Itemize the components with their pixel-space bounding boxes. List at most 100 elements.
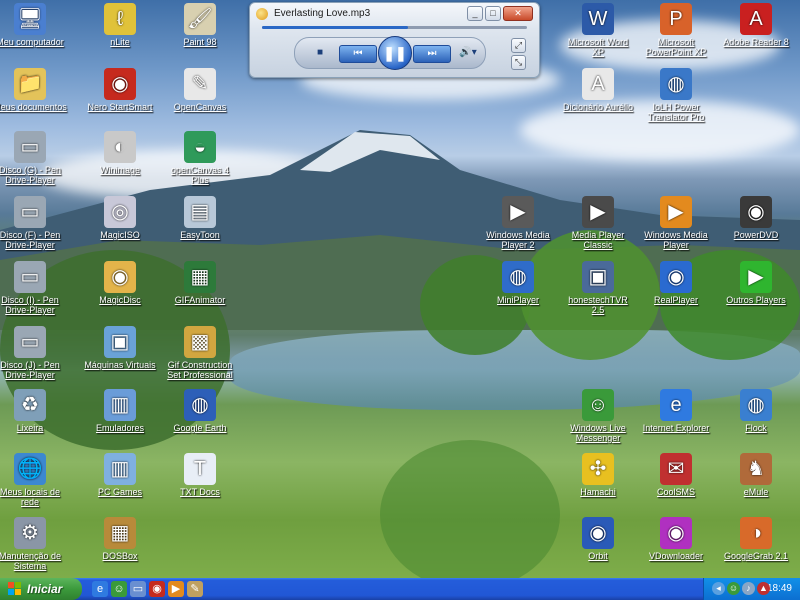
- desktop-icon[interactable]: ◎ MagicISO: [82, 196, 158, 240]
- desktop-icon[interactable]: ◍ IoLH Power Translator Pro: [638, 68, 714, 122]
- desktop-icon[interactable]: 📁 Meus documentos: [0, 68, 68, 112]
- desktop-icon-label: OpenCanvas: [173, 102, 227, 112]
- desktop-icon[interactable]: ◉ MagicDisc: [82, 261, 158, 305]
- desktop-icon-label: Microsoft PowerPoint XP: [645, 37, 707, 57]
- dosbox-icon: ▦: [104, 517, 136, 549]
- restore-full-mode-button[interactable]: ⤢: [511, 38, 526, 53]
- desktop-icon[interactable]: ▦ GIFAnimator: [162, 261, 238, 305]
- realplayer-icon: ◉: [660, 261, 692, 293]
- seek-bar[interactable]: [262, 26, 527, 29]
- desktop-icon[interactable]: ◍ Flock: [718, 389, 794, 433]
- clock[interactable]: 18:49: [767, 583, 792, 594]
- shield-icon[interactable]: ▲: [757, 582, 770, 595]
- desktop-icon-label: Media Player Classic: [571, 230, 625, 250]
- desktop-icon[interactable]: ☺ Windows Live Messenger: [560, 389, 636, 443]
- windows-media-player-icon[interactable]: ▶: [168, 581, 184, 597]
- desktop-icon[interactable]: ◐ Winimage: [82, 131, 158, 175]
- desktop-icon-label: RealPlayer: [653, 295, 699, 305]
- text-document-icon: T: [184, 453, 216, 485]
- desktop-icon[interactable]: ◒ openCanvas 4 Plus: [162, 131, 238, 185]
- miniplayer-icon: ◍: [502, 261, 534, 293]
- next-button[interactable]: ⏭: [413, 45, 451, 63]
- nero-icon[interactable]: ◉: [149, 581, 165, 597]
- desktop-icon[interactable]: ▩ Gif Construction Set Professional: [162, 326, 238, 380]
- start-label: Iniciar: [27, 582, 63, 596]
- compact-mode-button[interactable]: ⤡: [511, 55, 526, 70]
- stop-button[interactable]: ■: [313, 45, 327, 61]
- desktop-icon[interactable]: ▭ Disco (F) - Pen Drive-Player: [0, 196, 68, 250]
- desktop-icon[interactable]: ▭ Disco (G) - Pen Drive-Player: [0, 131, 68, 185]
- desktop-icon[interactable]: ✉ CoolSMS: [638, 453, 714, 497]
- minimize-button[interactable]: _: [467, 6, 483, 21]
- playback-controls: ■ ⏮ ❚❚ ⏭ 🔊▾: [294, 36, 486, 70]
- desktop-icon[interactable]: ▥ PC Games: [82, 453, 158, 497]
- desktop-icon[interactable]: W Microsoft Word XP: [560, 3, 636, 57]
- desktop-icon[interactable]: ▭: [130, 581, 146, 597]
- taskbar: Iniciar e ☺ ▭ ◉ ▶ ✎ 18:49 ◂ ☺ ♪ ▲: [0, 578, 800, 600]
- desktop-icon[interactable]: e Internet Explorer: [638, 389, 714, 433]
- desktop-icon-label: GIFAnimator: [174, 295, 226, 305]
- desktop-icon-label: MagicISO: [100, 230, 140, 240]
- start-button[interactable]: Iniciar: [0, 578, 82, 600]
- usb-drive-icon: ▭: [14, 261, 46, 293]
- desktop-icon[interactable]: ♞ eMule: [718, 453, 794, 497]
- desktop-icon[interactable]: ▥ Emuladores: [82, 389, 158, 433]
- volume-button[interactable]: 🔊▾: [455, 45, 481, 61]
- desktop-icon[interactable]: ✎ OpenCanvas: [162, 68, 238, 112]
- internet-explorer-icon[interactable]: e: [92, 581, 108, 597]
- desktop-icon-label: Windows Media Player: [644, 230, 708, 250]
- desktop-icon[interactable]: ▣ Máquinas Virtuais: [82, 326, 158, 370]
- desktop-icon[interactable]: 🖥 Meu computador: [0, 3, 68, 47]
- desktop-icon[interactable]: 🖌 Paint 98: [162, 3, 238, 47]
- internet-explorer-icon: e: [660, 389, 692, 421]
- desktop-icon[interactable]: ▶ Outros Players: [718, 261, 794, 305]
- desktop-icon[interactable]: ◑ GoogleGrab 2.1: [718, 517, 794, 561]
- desktop-icon[interactable]: ▶ Windows Media Player 2: [480, 196, 556, 250]
- desktop-icon[interactable]: ◉ PowerDVD: [718, 196, 794, 240]
- messenger-icon[interactable]: ☺: [111, 581, 127, 597]
- desktop-icon[interactable]: ▤ EasyToon: [162, 196, 238, 240]
- desktop-icon[interactable]: 🌐 Meus locais de rede: [0, 453, 68, 507]
- desktop-icon-label: Windows Live Messenger: [570, 423, 626, 443]
- desktop-icon[interactable]: ▣ honestechTVR 2.5: [560, 261, 636, 315]
- desktop-icon-label: honestechTVR 2.5: [568, 295, 628, 315]
- desktop-icon[interactable]: ◉ VDownloader: [638, 517, 714, 561]
- desktop-icon-label: Disco (F) - Pen Drive-Player: [0, 230, 61, 250]
- desktop-icon[interactable]: A Dicionário Aurélio: [560, 68, 636, 112]
- network-icon[interactable]: ◂: [712, 582, 725, 595]
- desktop-icon-label: MiniPlayer: [496, 295, 539, 305]
- desktop-icon[interactable]: A Adobe Reader 8: [718, 3, 794, 47]
- paint-icon[interactable]: ✎: [187, 581, 203, 597]
- desktop-icon[interactable]: ✣ Hamachi: [560, 453, 636, 497]
- play-pause-button[interactable]: ❚❚: [378, 36, 412, 70]
- desktop-icon-label: Gif Construction Set Professional: [167, 360, 233, 380]
- messenger-icon[interactable]: ☺: [727, 582, 740, 595]
- desktop-icon[interactable]: ◉ RealPlayer: [638, 261, 714, 305]
- desktop-icon[interactable]: ▶ Media Player Classic: [560, 196, 636, 250]
- media-player-classic-icon: ▶: [582, 196, 614, 228]
- desktop-icon[interactable]: ◉ Orbit: [560, 517, 636, 561]
- desktop-icon[interactable]: ⚙ Manutenção de Sistema: [0, 517, 68, 571]
- desktop-icon[interactable]: ▭ Disco (J) - Pen Drive-Player: [0, 326, 68, 380]
- previous-button[interactable]: ⏮: [339, 45, 377, 63]
- close-button[interactable]: ✕: [503, 6, 533, 21]
- desktop-icon-label: Adobe Reader 8: [723, 37, 789, 47]
- player-titlebar[interactable]: Everlasting Love.mp3 _ □ ✕: [256, 6, 533, 22]
- desktop-icon[interactable]: ▶ Windows Media Player: [638, 196, 714, 250]
- desktop-icon[interactable]: T TXT Docs: [162, 453, 238, 497]
- media-player-window[interactable]: Everlasting Love.mp3 _ □ ✕ ■ ⏮ ❚❚ ⏭ 🔊▾ ⤢…: [249, 2, 540, 78]
- desktop-icon[interactable]: P Microsoft PowerPoint XP: [638, 3, 714, 57]
- dictionary-icon: A: [582, 68, 614, 100]
- desktop-icon[interactable]: ◉ Nero StartSmart: [82, 68, 158, 112]
- desktop-icon[interactable]: ℓ nLite: [82, 3, 158, 47]
- opencanvas-icon: ✎: [184, 68, 216, 100]
- desktop-icon[interactable]: ▭ Disco (I) - Pen Drive-Player: [0, 261, 68, 315]
- volume-icon[interactable]: ♪: [742, 582, 755, 595]
- maximize-button[interactable]: □: [485, 6, 501, 21]
- desktop-icon[interactable]: ▦ DOSBox: [82, 517, 158, 561]
- globe-icon: ◍: [660, 68, 692, 100]
- desktop-icon[interactable]: ◍ Google Earth: [162, 389, 238, 433]
- desktop-icon[interactable]: ◍ MiniPlayer: [480, 261, 556, 305]
- desktop-icon[interactable]: ♻ Lixeira: [0, 389, 68, 433]
- system-tray: 18:49 ◂ ☺ ♪ ▲: [703, 578, 800, 600]
